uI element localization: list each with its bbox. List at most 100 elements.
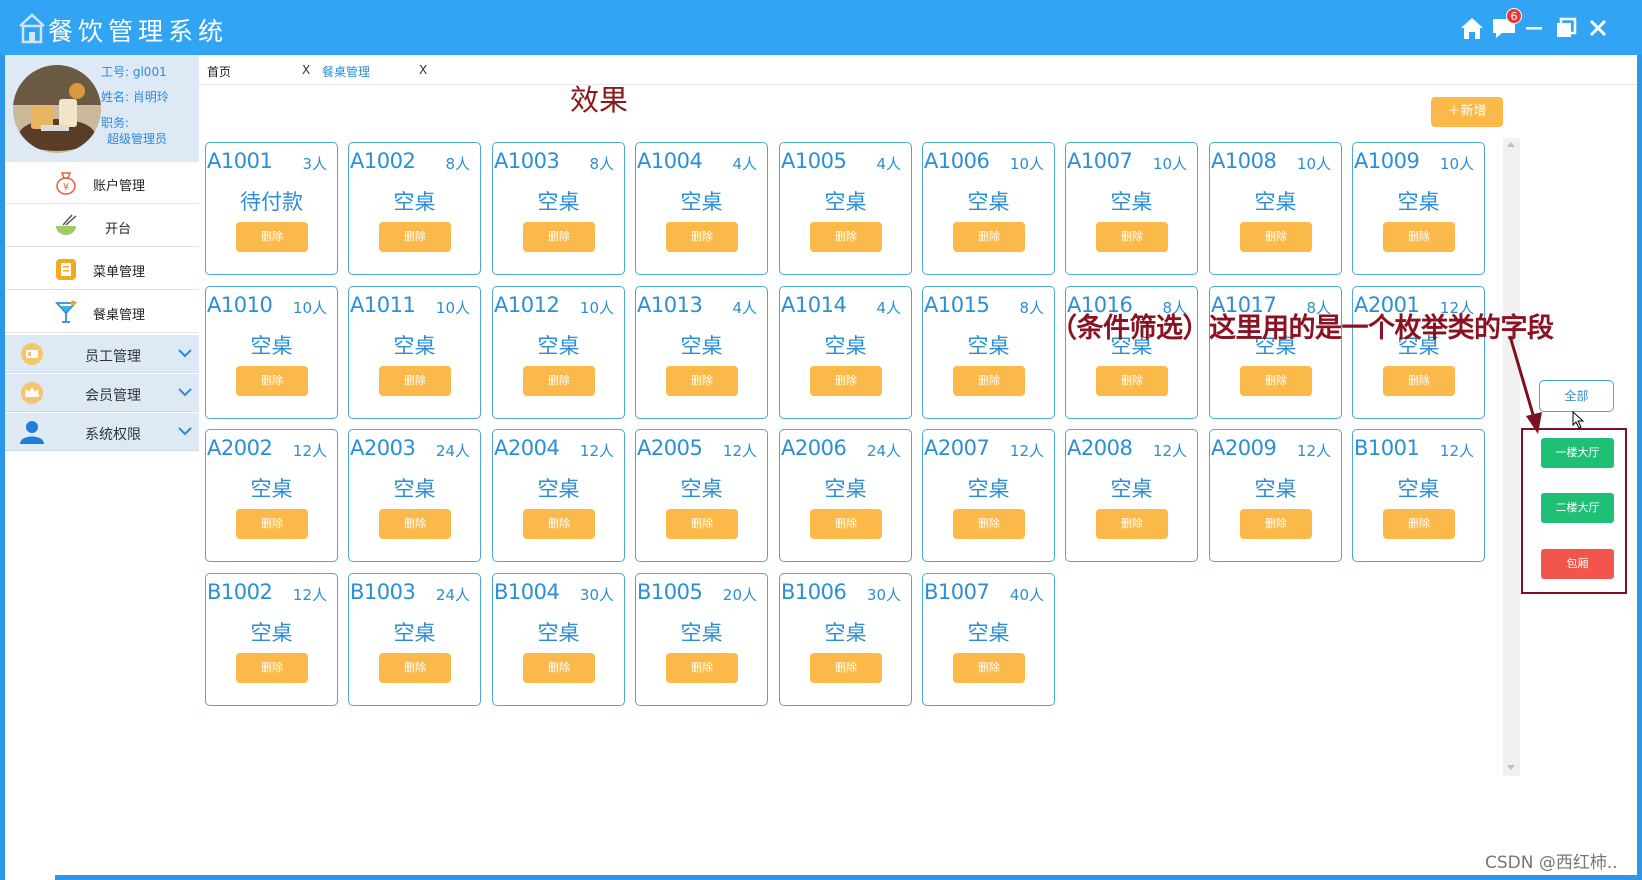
table-card[interactable]: B1004 30人 空桌 删除 bbox=[492, 573, 625, 706]
table-card[interactable]: A1005 4人 空桌 删除 bbox=[779, 142, 912, 275]
table-card[interactable]: A2005 12人 空桌 删除 bbox=[635, 429, 768, 562]
delete-button[interactable]: 删除 bbox=[379, 653, 451, 683]
table-card[interactable]: A2002 12人 空桌 删除 bbox=[205, 429, 338, 562]
table-card[interactable]: B1006 30人 空桌 删除 bbox=[779, 573, 912, 706]
filter-all-button[interactable]: 全部 bbox=[1539, 380, 1614, 412]
vertical-scrollbar[interactable] bbox=[1503, 138, 1520, 776]
delete-button[interactable]: 删除 bbox=[953, 653, 1025, 683]
sidebar-item-menu[interactable]: 菜单管理 bbox=[5, 248, 199, 290]
delete-button[interactable]: 删除 bbox=[1240, 366, 1312, 396]
delete-button[interactable]: 删除 bbox=[1383, 509, 1455, 539]
delete-button[interactable]: 删除 bbox=[523, 222, 595, 252]
scroll-up-icon[interactable] bbox=[1507, 142, 1515, 147]
table-status: 空桌 bbox=[537, 477, 580, 501]
table-card[interactable]: A2009 12人 空桌 删除 bbox=[1209, 429, 1342, 562]
table-card[interactable]: A1002 8人 空桌 删除 bbox=[348, 142, 481, 275]
tab-table-management[interactable]: 餐桌管理 bbox=[322, 63, 370, 80]
sidebar-item-tables[interactable]: 餐桌管理 bbox=[5, 291, 199, 333]
delete-button[interactable]: 删除 bbox=[236, 366, 308, 396]
delete-button[interactable]: 删除 bbox=[953, 222, 1025, 252]
delete-button[interactable]: 删除 bbox=[379, 222, 451, 252]
sidebar-group-members[interactable]: 会员管理 bbox=[5, 374, 199, 412]
filter-first-floor-button[interactable]: 一楼大厅 bbox=[1541, 438, 1614, 468]
table-code: A1006 bbox=[924, 149, 990, 173]
table-card[interactable]: B1003 24人 空桌 删除 bbox=[348, 573, 481, 706]
table-card[interactable]: B1001 12人 空桌 删除 bbox=[1352, 429, 1485, 562]
table-card[interactable]: A2004 12人 空桌 删除 bbox=[492, 429, 625, 562]
restore-icon[interactable] bbox=[1552, 14, 1580, 42]
add-table-button[interactable]: ＋新增 bbox=[1431, 97, 1503, 127]
filter-private-room-button[interactable]: 包厢 bbox=[1541, 549, 1614, 579]
table-seats: 12人 bbox=[1439, 442, 1474, 460]
delete-button[interactable]: 删除 bbox=[953, 366, 1025, 396]
delete-button[interactable]: 删除 bbox=[953, 509, 1025, 539]
delete-button[interactable]: 删除 bbox=[379, 366, 451, 396]
delete-button[interactable]: 删除 bbox=[1096, 509, 1168, 539]
table-seats: 12人 bbox=[579, 442, 614, 460]
delete-button[interactable]: 删除 bbox=[1096, 222, 1168, 252]
minimize-icon[interactable] bbox=[1520, 14, 1548, 42]
filter-second-floor-button[interactable]: 二楼大厅 bbox=[1541, 493, 1614, 523]
table-card[interactable]: A1004 4人 空桌 删除 bbox=[635, 142, 768, 275]
table-card[interactable]: A1006 10人 空桌 删除 bbox=[922, 142, 1055, 275]
delete-button[interactable]: 删除 bbox=[523, 509, 595, 539]
table-seats: 8人 bbox=[445, 155, 470, 173]
delete-button[interactable]: 删除 bbox=[666, 653, 738, 683]
delete-button[interactable]: 删除 bbox=[1383, 366, 1455, 396]
table-card[interactable]: A1003 8人 空桌 删除 bbox=[492, 142, 625, 275]
tab-home[interactable]: 首页 bbox=[207, 63, 231, 80]
plus-icon: ＋ bbox=[1447, 104, 1461, 119]
sidebar-group-staff[interactable]: 员工管理 bbox=[5, 335, 199, 373]
table-status: 待付款 bbox=[240, 190, 303, 214]
tab-table-management-close[interactable]: X bbox=[419, 63, 427, 77]
table-status: 空桌 bbox=[1397, 190, 1440, 214]
delete-button[interactable]: 删除 bbox=[810, 509, 882, 539]
sidebar-group-permissions[interactable]: 系统权限 bbox=[5, 413, 199, 451]
table-card[interactable]: A1010 10人 空桌 删除 bbox=[205, 286, 338, 419]
delete-button[interactable]: 删除 bbox=[810, 222, 882, 252]
table-card[interactable]: A1014 4人 空桌 删除 bbox=[779, 286, 912, 419]
table-card[interactable]: B1007 40人 空桌 删除 bbox=[922, 573, 1055, 706]
mouse-cursor-icon bbox=[1572, 411, 1584, 429]
delete-button[interactable]: 删除 bbox=[523, 653, 595, 683]
sidebar-item-accounts[interactable]: ¥ 账户管理 bbox=[5, 162, 199, 204]
table-code: A1012 bbox=[494, 293, 560, 317]
delete-button[interactable]: 删除 bbox=[379, 509, 451, 539]
delete-button[interactable]: 删除 bbox=[810, 366, 882, 396]
tab-home-close[interactable]: X bbox=[302, 63, 310, 77]
table-card[interactable]: A1015 8人 空桌 删除 bbox=[922, 286, 1055, 419]
delete-button[interactable]: 删除 bbox=[1240, 222, 1312, 252]
table-card[interactable]: A1013 4人 空桌 删除 bbox=[635, 286, 768, 419]
table-card[interactable]: A2003 24人 空桌 删除 bbox=[348, 429, 481, 562]
delete-button[interactable]: 删除 bbox=[666, 366, 738, 396]
delete-button[interactable]: 删除 bbox=[523, 366, 595, 396]
delete-button[interactable]: 删除 bbox=[1096, 366, 1168, 396]
delete-button[interactable]: 删除 bbox=[236, 222, 308, 252]
table-card[interactable]: A1009 10人 空桌 删除 bbox=[1352, 142, 1485, 275]
table-card[interactable]: B1005 20人 空桌 删除 bbox=[635, 573, 768, 706]
delete-button[interactable]: 删除 bbox=[236, 509, 308, 539]
table-card[interactable]: A1007 10人 空桌 删除 bbox=[1065, 142, 1198, 275]
table-card[interactable]: A2008 12人 空桌 删除 bbox=[1065, 429, 1198, 562]
home-icon[interactable] bbox=[1458, 14, 1486, 42]
table-card[interactable]: A1011 10人 空桌 删除 bbox=[348, 286, 481, 419]
delete-button[interactable]: 删除 bbox=[236, 653, 308, 683]
close-icon[interactable] bbox=[1584, 14, 1612, 42]
table-status: 空桌 bbox=[967, 334, 1010, 358]
delete-button[interactable]: 删除 bbox=[810, 653, 882, 683]
table-code: B1001 bbox=[1354, 436, 1420, 460]
table-card[interactable]: B1002 12人 空桌 删除 bbox=[205, 573, 338, 706]
table-card[interactable]: A1012 10人 空桌 删除 bbox=[492, 286, 625, 419]
scroll-down-icon[interactable] bbox=[1507, 765, 1515, 770]
table-card[interactable]: A1008 10人 空桌 删除 bbox=[1209, 142, 1342, 275]
sidebar-item-label: 账户管理 bbox=[93, 179, 146, 194]
delete-button[interactable]: 删除 bbox=[666, 222, 738, 252]
table-card[interactable]: A2006 24人 空桌 删除 bbox=[779, 429, 912, 562]
table-card[interactable]: A2007 12人 空桌 删除 bbox=[922, 429, 1055, 562]
delete-button[interactable]: 删除 bbox=[666, 509, 738, 539]
delete-button[interactable]: 删除 bbox=[1240, 509, 1312, 539]
table-seats: 4人 bbox=[732, 299, 757, 317]
delete-button[interactable]: 删除 bbox=[1383, 222, 1455, 252]
sidebar-item-open-table[interactable]: 开台 bbox=[5, 205, 199, 247]
table-card[interactable]: A1001 3人 待付款 删除 bbox=[205, 142, 338, 275]
